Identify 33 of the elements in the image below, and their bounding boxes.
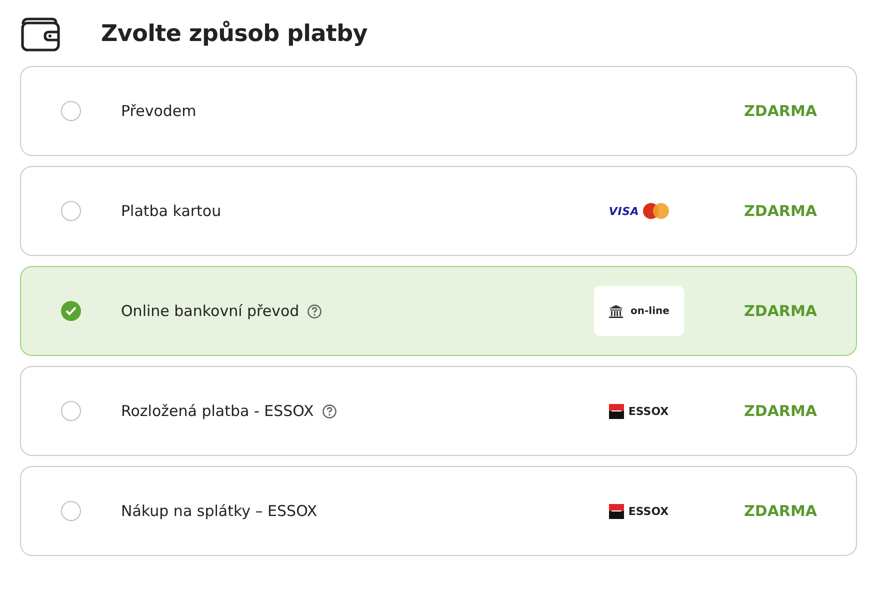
- payment-option[interactable]: Převodem ZDARMA: [20, 66, 857, 156]
- radio-button[interactable]: [61, 301, 81, 321]
- card-brand-logo: VISA: [608, 204, 640, 218]
- option-label: Nákup na splátky – ESSOX: [121, 502, 318, 520]
- payment-option[interactable]: Nákup na splátky – ESSOX ESSOX ZDARMA: [20, 466, 857, 556]
- option-label: Platba kartou: [121, 202, 222, 220]
- essox-logo-text: ESSOX: [628, 504, 669, 518]
- payment-option[interactable]: Online bankovní převod on-line ZDARMA: [20, 266, 857, 356]
- card-circles-icon: [643, 203, 670, 219]
- section-title: Zvolte způsob platby: [101, 21, 368, 47]
- radio-button[interactable]: [61, 501, 81, 521]
- radio-button[interactable]: [61, 401, 81, 421]
- bank-badge: on-line: [594, 286, 684, 336]
- essox-logo-text: ESSOX: [628, 404, 669, 418]
- radio-button[interactable]: [61, 101, 81, 121]
- payment-option[interactable]: Platba kartou VISA ZDARMA: [20, 166, 857, 256]
- essox-logo-icon: [609, 404, 624, 418]
- price-label: ZDARMA: [744, 202, 816, 220]
- price-label: ZDARMA: [744, 102, 816, 120]
- price-label: ZDARMA: [744, 402, 816, 420]
- option-label: Převodem: [121, 102, 196, 120]
- bank-icon: [608, 304, 623, 318]
- option-label: Online bankovní převod: [121, 302, 300, 320]
- help-icon[interactable]: [322, 404, 337, 418]
- radio-button[interactable]: [61, 201, 81, 221]
- essox-logo-icon: [609, 504, 624, 518]
- option-label: Rozložená platba - ESSOX: [121, 402, 314, 420]
- wallet-icon: [20, 16, 61, 52]
- help-icon[interactable]: [307, 304, 322, 318]
- check-icon: [65, 306, 77, 316]
- price-label: ZDARMA: [744, 302, 816, 320]
- payment-option[interactable]: Rozložená platba - ESSOX ESSOX ZDARMA: [20, 366, 857, 456]
- price-label: ZDARMA: [744, 502, 816, 520]
